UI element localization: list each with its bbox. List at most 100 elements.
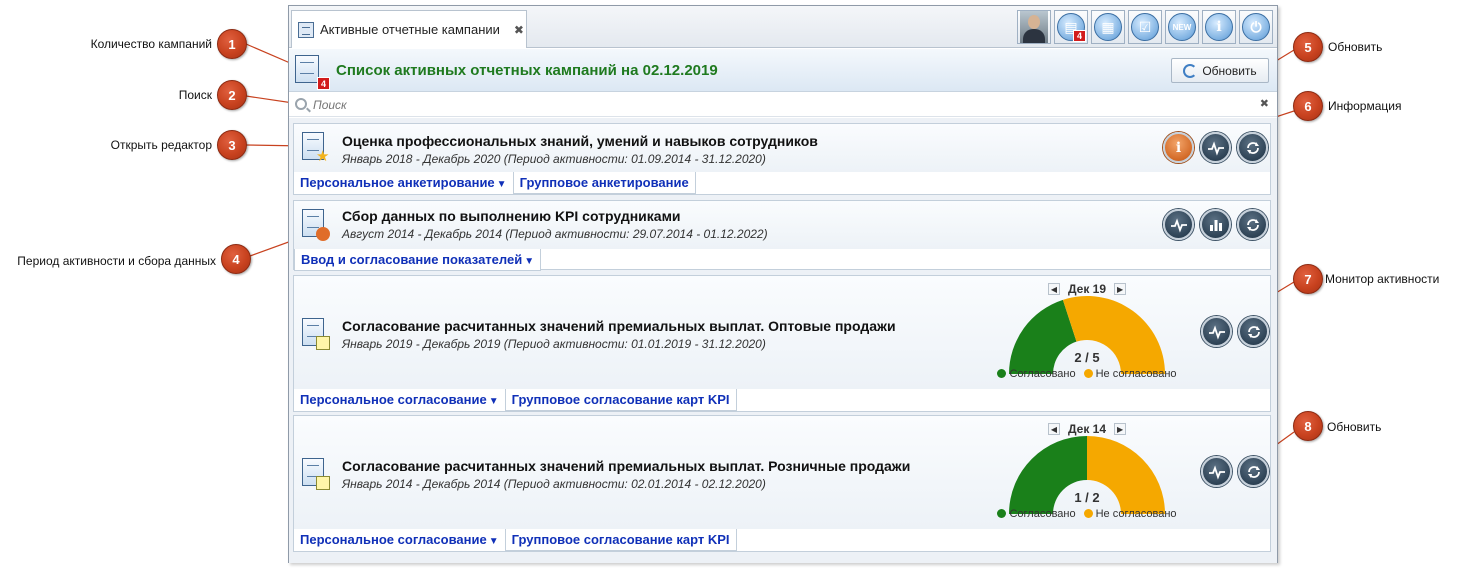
campaign-tabs: Персональное анкетирование ▼ Групповое ан…: [294, 172, 696, 194]
approved-dot-icon: [997, 369, 1007, 378]
not-approved-dot-icon: [1083, 509, 1093, 518]
tab-label: Ввод и согласование показателей: [301, 252, 523, 267]
refresh-campaign-button[interactable]: [1238, 316, 1269, 347]
activity-monitor-button[interactable]: [1163, 209, 1194, 240]
gauge-legend: Согласовано Не согласовано: [987, 508, 1187, 520]
new-icon: NEW: [1168, 13, 1196, 41]
legend-approved: Согласовано: [997, 368, 1076, 380]
information-button[interactable]: i: [1163, 132, 1194, 163]
activity-monitor-button[interactable]: [1201, 316, 1232, 347]
approval-gauge: ◀ Дек 19 ▶ 2 / 5 Согласовано Не согласов…: [987, 282, 1187, 388]
tab-label: Групповое согласование карт KPI: [511, 392, 730, 407]
campaign-actions: [1201, 316, 1269, 347]
checklist-button[interactable]: ☑: [1128, 10, 1162, 44]
tab-group-survey[interactable]: Групповое анкетирование: [512, 172, 696, 194]
callout-label-open-editor: Открыть редактор: [110, 138, 212, 152]
tab-active-campaigns[interactable]: Активные отчетные кампании ✖: [291, 10, 527, 48]
activity-monitor-button[interactable]: [1200, 132, 1231, 163]
campaign-period: Январь 2018 - Декабрь 2020 (Период актив…: [342, 152, 766, 166]
refresh-icon: [1246, 218, 1259, 231]
toolbar: ▤ 4 ▦ ☑ NEW i ⏻: [1017, 10, 1273, 44]
next-month-button[interactable]: ▶: [1114, 283, 1127, 295]
open-editor-button[interactable]: ★: [302, 132, 330, 164]
approved-dot-icon: [997, 509, 1007, 518]
legend-not-approved: Не согласовано: [1083, 508, 1177, 520]
search-input[interactable]: [313, 96, 1243, 114]
campaign-stack-icon: [295, 55, 319, 83]
page-title: Список активных отчетных кампаний на 02.…: [336, 62, 718, 79]
legend-label: Согласовано: [1009, 368, 1076, 380]
refresh-campaign-button[interactable]: [1237, 209, 1268, 240]
campaign-actions: [1201, 456, 1269, 487]
list-header: 4 Список активных отчетных кампаний на 0…: [289, 49, 1277, 92]
campaigns-count-badge: 4: [1073, 30, 1086, 42]
open-editor-button[interactable]: [302, 318, 330, 350]
refresh-icon: [1183, 63, 1198, 78]
campaign-list: ★ Оценка профессиональных знаний, умений…: [289, 118, 1277, 563]
star-icon: ★: [316, 148, 330, 165]
tab-label: Персональное согласование: [300, 392, 487, 407]
campaign-title: Согласование расчитанных значений премиа…: [342, 318, 896, 334]
campaign-title: Сбор данных по выполнению KPI сотрудника…: [342, 208, 681, 224]
legend-label: Не согласовано: [1095, 508, 1177, 520]
pie-chart-icon: [316, 227, 330, 241]
campaign-tabs: Персональное согласование ▼ Групповое сог…: [294, 389, 737, 411]
refresh-button[interactable]: Обновить: [1171, 58, 1269, 83]
power-button[interactable]: ⏻: [1239, 10, 1273, 44]
callout-label-information: Информация: [1328, 99, 1402, 113]
info-button[interactable]: i: [1202, 10, 1236, 44]
legend-label: Согласовано: [1009, 508, 1076, 520]
activity-monitor-button[interactable]: [1201, 456, 1232, 487]
open-editor-button[interactable]: [302, 209, 330, 241]
tab-group-approval[interactable]: Групповое согласование карт KPI: [504, 529, 737, 551]
campaign-card: ★ Оценка профессиональных знаний, умений…: [293, 123, 1271, 195]
table-icon: [316, 336, 330, 350]
tab-kpi-input[interactable]: Ввод и согласование показателей ▼: [294, 249, 542, 271]
tab-bar: Активные отчетные кампании ✖ ▤ 4 ▦ ☑ NEW…: [289, 6, 1277, 48]
not-approved-dot-icon: [1083, 369, 1093, 378]
campaigns-button[interactable]: ▤ 4: [1054, 10, 1088, 44]
callout-badge-6: 6: [1293, 91, 1323, 121]
campaign-count-badge: 4: [317, 77, 330, 90]
pulse-icon: [1208, 324, 1225, 340]
bar-chart-icon: [1209, 219, 1222, 231]
search-bar: ✖: [289, 93, 1277, 117]
open-editor-button[interactable]: [302, 458, 330, 490]
gauge-month: Дек 14: [1067, 422, 1107, 436]
legend-approved: Согласовано: [997, 508, 1076, 520]
tab-group-approval[interactable]: Групповое согласование карт KPI: [504, 389, 737, 411]
close-icon[interactable]: ✖: [514, 23, 524, 37]
refresh-campaign-button[interactable]: [1238, 456, 1269, 487]
refresh-icon: [1247, 465, 1260, 478]
callout-badge-5: 5: [1293, 32, 1323, 62]
prev-month-button[interactable]: ◀: [1047, 423, 1060, 435]
refresh-campaign-button[interactable]: [1237, 132, 1268, 163]
tab-personal-survey[interactable]: Персональное анкетирование ▼: [294, 172, 513, 194]
legend-not-approved: Не согласовано: [1083, 368, 1177, 380]
callout-label-activity-period: Период активности и сбора данных: [17, 254, 216, 268]
tab-label: Персональное анкетирование: [300, 175, 495, 190]
campaign-period: Август 2014 - Декабрь 2014 (Период актив…: [342, 227, 768, 241]
caret-down-icon: ▼: [496, 179, 507, 190]
tab-personal-approval[interactable]: Персональное согласование ▼: [294, 389, 505, 411]
info-icon: i: [1205, 13, 1233, 41]
prev-month-button[interactable]: ◀: [1047, 283, 1060, 295]
callout-badge-8: 8: [1293, 411, 1323, 441]
callout-badge-4: 4: [221, 244, 251, 274]
statistics-button[interactable]: [1200, 209, 1231, 240]
callout-badge-7: 7: [1293, 264, 1323, 294]
user-avatar-button[interactable]: [1017, 10, 1051, 44]
campaign-actions: i: [1163, 132, 1268, 163]
next-month-button[interactable]: ▶: [1114, 423, 1127, 435]
campaign-card: Сбор данных по выполнению KPI сотрудника…: [293, 200, 1271, 271]
clear-search-icon[interactable]: ✖: [1260, 97, 1269, 110]
grid-button[interactable]: ▦: [1091, 10, 1125, 44]
gauge-month: Дек 19: [1067, 282, 1107, 296]
tab-label: Групповое анкетирование: [519, 175, 689, 190]
campaign-count-indicator: 4: [295, 55, 330, 90]
tab-label: Персональное согласование: [300, 532, 487, 547]
tab-personal-approval[interactable]: Персональное согласование ▼: [294, 529, 505, 551]
news-button[interactable]: NEW: [1165, 10, 1199, 44]
callout-label-refresh: Обновить: [1328, 40, 1383, 54]
campaign-card-header: ★ Оценка профессиональных знаний, умений…: [294, 124, 1270, 172]
